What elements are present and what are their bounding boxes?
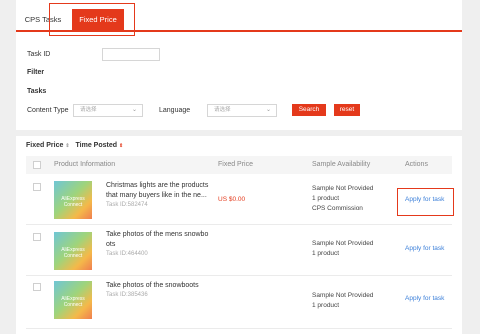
header-product: Product Information	[54, 161, 116, 168]
select-all-checkbox[interactable]	[33, 161, 41, 169]
filter-heading: Filter	[27, 69, 45, 76]
table-row: AliExpress Connect Take photos of the me…	[26, 226, 452, 276]
task-title-cont[interactable]: that many buyers like in the ne...	[106, 191, 207, 201]
content-type-label: Content Type	[27, 107, 69, 114]
task-title[interactable]: Christmas lights are the products	[106, 181, 208, 191]
apply-for-task-link[interactable]: Apply for task	[405, 295, 444, 302]
sort-bar: Fixed Price ⇕ Time Posted ⇕	[26, 142, 123, 149]
action-highlight-box	[397, 188, 454, 216]
task-id: Task ID:582474	[106, 202, 148, 208]
header-actions: Actions	[405, 161, 428, 168]
row-checkbox[interactable]	[33, 283, 41, 291]
sample-availability: Sample Not Provided	[312, 292, 374, 299]
reset-button[interactable]: reset	[334, 104, 360, 116]
sort-time-posted[interactable]: Time Posted ⇕	[76, 142, 124, 149]
header-availability: Sample Availability	[312, 161, 371, 168]
sort-fixed-price[interactable]: Fixed Price ⇕	[26, 142, 70, 149]
product-count: 1 product	[312, 195, 340, 202]
table-row: AliExpress Connect Take photos of the sn…	[26, 277, 452, 329]
header-price: Fixed Price	[218, 161, 254, 168]
product-thumbnail[interactable]: AliExpress Connect	[54, 232, 92, 270]
sample-availability: Sample Not Provided	[312, 185, 374, 192]
product-count: 1 product	[312, 250, 340, 257]
task-list-panel: Fixed Price ⇕ Time Posted ⇕ Product Inform…	[16, 136, 462, 334]
search-button[interactable]: Search	[292, 104, 326, 116]
task-title-cont[interactable]: ots	[106, 240, 115, 250]
table-header: Product Information Fixed Price Sample A…	[26, 156, 452, 174]
task-id-label: Task ID	[27, 51, 51, 58]
language-value: 请选择	[214, 107, 231, 113]
content-type-value: 请选择	[80, 107, 97, 113]
language-label: Language	[159, 107, 191, 114]
sort-arrow-icon: ⇕	[119, 143, 124, 149]
content-type-select[interactable]: 请选择 ⌄	[73, 104, 143, 117]
row-checkbox[interactable]	[33, 183, 41, 191]
apply-for-task-link[interactable]: Apply for task	[405, 245, 444, 252]
task-title[interactable]: Take photos of the snowboots	[106, 281, 199, 291]
product-thumbnail[interactable]: AliExpress Connect	[54, 281, 92, 319]
tasks-heading: Tasks	[27, 88, 47, 95]
product-thumbnail[interactable]: AliExpress Connect	[54, 181, 92, 219]
task-id: Task ID:385436	[106, 292, 148, 298]
commission-type: CPS Commission	[312, 205, 363, 212]
tab-highlight-box	[49, 3, 135, 36]
sort-arrow-icon: ⇕	[65, 143, 70, 149]
row-checkbox[interactable]	[33, 233, 41, 241]
task-id-input[interactable]	[102, 48, 160, 61]
language-select[interactable]: 请选择 ⌄	[207, 104, 277, 117]
task-title[interactable]: Take photos of the mens snowbo	[106, 230, 208, 240]
product-count: 1 product	[312, 302, 340, 309]
fixed-price: US $0.00	[218, 196, 246, 203]
table-row: AliExpress Connect Christmas lights are …	[26, 176, 452, 225]
task-id: Task ID:464400	[106, 251, 148, 257]
sample-availability: Sample Not Provided	[312, 240, 374, 247]
chevron-down-icon: ⌄	[131, 107, 137, 113]
chevron-down-icon: ⌄	[265, 107, 271, 113]
